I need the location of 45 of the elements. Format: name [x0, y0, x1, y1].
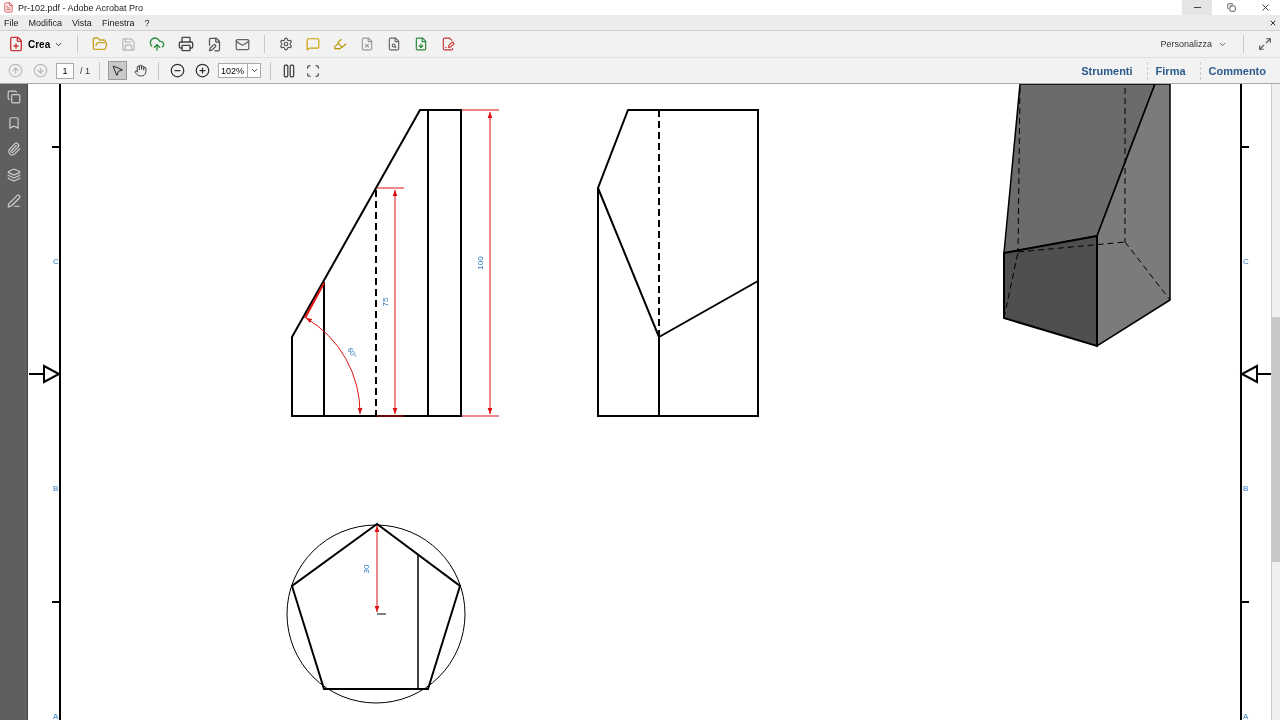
pane-tab[interactable]: Commento: [1199, 61, 1274, 80]
expand-button[interactable]: [1256, 35, 1274, 53]
page-count: / 1: [80, 65, 90, 76]
bookmark-icon[interactable]: [6, 116, 21, 130]
zoom-dropdown-button[interactable]: [248, 63, 261, 78]
centering-arrow: [1239, 364, 1272, 384]
pages-icon[interactable]: [6, 90, 21, 104]
close-icon: [1269, 18, 1277, 27]
close-icon: [1259, 2, 1271, 13]
create-button[interactable]: Crea: [6, 34, 66, 54]
window-title: Pr-102.pdf - Adobe Acrobat Pro: [18, 2, 145, 13]
pane-tab[interactable]: Firma: [1146, 61, 1194, 80]
hand-icon: [134, 64, 147, 77]
zone-label: B: [1243, 484, 1249, 493]
zoom-field[interactable]: 102%: [218, 63, 248, 78]
menu-item[interactable]: Finestra: [101, 17, 135, 28]
pane-tab[interactable]: Strumenti: [1073, 61, 1141, 80]
pdf-file-icon: [3, 2, 14, 13]
file-plus-icon: [8, 36, 24, 52]
pointer-icon: [111, 64, 124, 77]
layers-icon[interactable]: [6, 168, 21, 182]
dimension-value: 75: [381, 297, 390, 307]
zone-label: C: [1243, 257, 1249, 266]
menu-item[interactable]: Modifica: [28, 17, 63, 28]
menu-item[interactable]: Vista: [72, 17, 92, 28]
menu-item[interactable]: ?: [144, 17, 150, 28]
paperclip-icon[interactable]: [6, 142, 21, 156]
hand-tool-button[interactable]: [132, 62, 149, 79]
scrollbar[interactable]: [1271, 84, 1280, 720]
zoom-in-button[interactable]: [193, 61, 212, 80]
dimension-value: 100: [476, 256, 485, 270]
zoom-out-button[interactable]: [168, 61, 187, 80]
zone-label: B: [53, 484, 59, 493]
page-field[interactable]: 1: [56, 62, 74, 79]
zone-label: A: [53, 712, 59, 720]
caret-icon: [249, 66, 259, 75]
zone-label: C: [53, 257, 59, 266]
menu-item[interactable]: File: [4, 17, 19, 28]
dimension-value: 30: [362, 564, 371, 574]
centering-arrow: [28, 364, 62, 384]
select-tool-button[interactable]: [109, 62, 126, 79]
zone-label: A: [1243, 712, 1249, 720]
signature-icon[interactable]: [6, 194, 21, 208]
customize-button[interactable]: Personalizza: [1156, 37, 1231, 51]
restore-icon: [1226, 3, 1236, 12]
